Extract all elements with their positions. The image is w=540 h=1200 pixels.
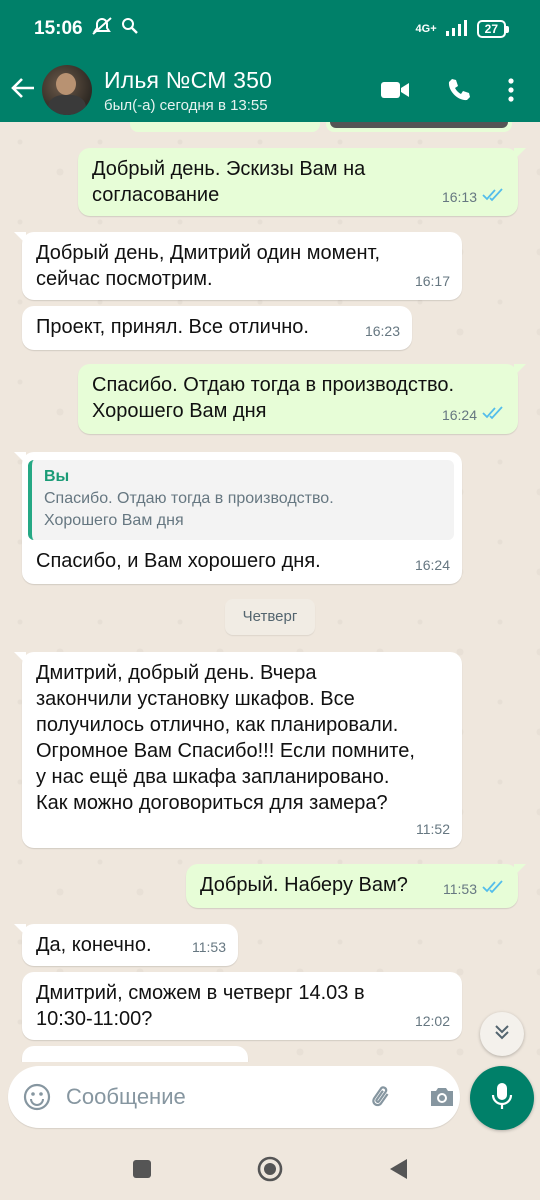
quote-author: Вы [44,468,70,485]
avatar[interactable] [42,65,92,115]
quoted-message[interactable]: Вы Спасибо. Отдаю тогда в производство. … [28,460,454,540]
message-time: 11:52 [416,821,450,837]
system-nav-bar [0,1138,540,1200]
signal-icon [445,19,469,39]
message-input-bar [8,1066,460,1128]
home-icon[interactable] [254,1153,286,1185]
message-incoming-partial[interactable] [22,1046,248,1062]
read-ticks-icon [482,402,506,428]
message-time: 16:24 [414,557,450,573]
search-icon [121,17,139,41]
paperclip-icon[interactable] [364,1079,400,1115]
last-seen: был(-а) сегодня в 13:55 [104,96,268,114]
date-divider: Четверг [225,599,315,635]
message-text: Дмитрий, сможем в четверг 14.03 в 10:30-… [36,982,365,1030]
video-call-icon[interactable] [380,79,410,101]
back-button[interactable] [4,66,42,114]
message-outgoing[interactable]: Добрый день. Эскизы Вам на согласование … [78,148,526,216]
previous-media-bubble[interactable] [326,122,512,132]
contact-info[interactable]: Илья №СМ 350 был(-а) сегодня в 13:55 [104,67,272,114]
contact-name: Илья №СМ 350 [104,66,273,93]
emoji-icon[interactable] [22,1082,52,1112]
message-time: 16:17 [414,273,450,289]
message-outgoing[interactable]: Добрый. Наберу Вам? 11:53 [186,864,526,908]
status-bar: 15:06 4G+ 27 [0,0,540,58]
message-time: 16:23 [364,323,400,339]
message-text: Дмитрий, добрый день. Вчера закончили ус… [36,662,415,814]
message-time: 16:24 [441,407,477,423]
message-text: Добрый день, Дмитрий один момент, сейчас… [36,242,381,290]
back-nav-icon[interactable] [382,1153,414,1185]
message-outgoing[interactable]: Спасибо. Отдаю тогда в производство. Хор… [78,364,526,434]
chat-area[interactable]: Добрый день. Эскизы Вам на согласование … [0,122,540,1062]
message-text: Спасибо, и Вам хорошего дня. [36,550,321,572]
status-time: 15:06 [34,18,83,39]
message-time: 11:53 [192,939,226,955]
message-incoming[interactable]: Дмитрий, добрый день. Вчера закончили ус… [14,652,462,848]
mute-icon [91,16,113,42]
read-ticks-icon [482,876,506,902]
composer [0,1062,540,1138]
scroll-to-bottom-button[interactable] [480,1012,524,1056]
message-time: 12:02 [414,1013,450,1029]
mic-button[interactable] [470,1066,534,1130]
quote-text: Спасибо. Отдаю тогда в производство. Хор… [44,490,334,529]
arrow-left-icon [10,76,36,105]
app-bar: 15:06 4G+ 27 Илья №СМ 350 был(-а) сегодн… [0,0,540,122]
message-incoming[interactable]: Проект, принял. Все отлично. 16:23 [22,306,412,350]
mic-icon [490,1081,514,1116]
camera-icon[interactable] [424,1079,460,1115]
recents-icon[interactable] [126,1153,158,1185]
message-time: 16:13 [441,189,477,205]
double-chevron-down-icon [493,1023,511,1046]
message-incoming[interactable]: Да, конечно. 11:53 [14,924,238,966]
message-incoming-reply[interactable]: Вы Спасибо. Отдаю тогда в производство. … [14,452,462,584]
message-time: 11:53 [443,881,477,897]
network-label: 4G+ [415,23,437,35]
message-text: Проект, принял. Все отлично. [36,316,309,338]
more-vert-icon[interactable] [508,78,514,102]
read-ticks-icon [482,184,506,210]
message-incoming[interactable]: Добрый день, Дмитрий один момент, сейчас… [14,232,462,300]
previous-media-bubble[interactable] [130,122,320,132]
message-incoming[interactable]: Дмитрий, сможем в четверг 14.03 в 10:30-… [22,972,462,1040]
battery-indicator: 27 [476,20,510,38]
phone-icon[interactable] [446,77,472,103]
chat-header: Илья №СМ 350 был(-а) сегодня в 13:55 [0,58,540,122]
message-input[interactable] [66,1077,354,1117]
